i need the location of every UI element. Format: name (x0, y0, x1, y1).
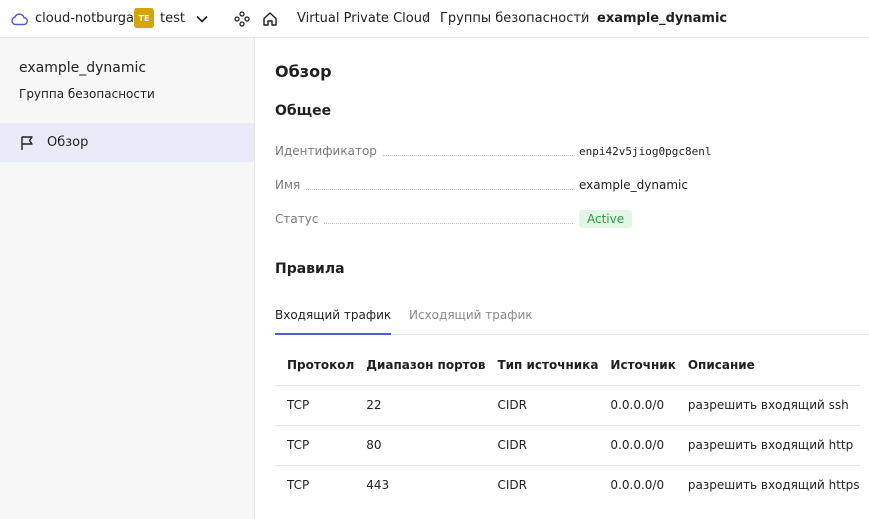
breadcrumb-vpc[interactable]: Virtual Private Cloud (297, 0, 430, 37)
sidebar: example_dynamic Группа безопасности Обзо… (0, 38, 255, 519)
breadcrumb-current: example_dynamic (597, 11, 728, 26)
rules-heading: Правила (275, 261, 345, 277)
cell-protocol: TCP (275, 425, 355, 466)
property-name-value: example_dynamic (579, 178, 688, 192)
property-row: Имя (275, 175, 579, 195)
property-row: Статус (275, 209, 579, 229)
table-row[interactable]: TCP 22 CIDR 0.0.0.0/0 разрешить входящий… (275, 385, 860, 426)
sidebar-item-label: Обзор (47, 135, 89, 150)
tab-egress[interactable]: Исходящий трафик (409, 308, 533, 335)
column-header-port-range: Диапазон портов (354, 345, 486, 386)
resource-title: example_dynamic (19, 60, 147, 76)
breadcrumb-separator: / (424, 11, 429, 26)
flag-icon (19, 135, 37, 151)
column-header-description: Описание (675, 345, 860, 386)
cell-source-type: CIDR (497, 478, 527, 493)
general-heading: Общее (275, 103, 332, 119)
breadcrumb-security-groups[interactable]: Группы безопасности (440, 0, 589, 37)
cell-protocol: TCP (275, 385, 355, 426)
status-badge: Active (579, 210, 633, 228)
cell-description: разрешить входящий http (675, 425, 860, 466)
dotted-leader (306, 188, 573, 190)
property-status-value: Active (579, 209, 633, 229)
home-icon[interactable] (260, 0, 280, 37)
cell-source: 0.0.0.0/0 (598, 425, 676, 466)
cell-description: разрешить входящий https (687, 478, 860, 493)
cell-source-type: CIDR (485, 425, 599, 466)
cell-port-range: 443 (366, 478, 390, 493)
tab-ingress[interactable]: Входящий трафик (275, 308, 392, 335)
cloud-icon[interactable] (10, 0, 30, 37)
cell-source-type: CIDR (485, 385, 599, 426)
cell-source: 0.0.0.0/0 (598, 385, 676, 426)
property-id-value: enpi42v5jiog0pgc8enl (579, 144, 712, 158)
folder-avatar: TE (134, 8, 154, 28)
top-navigation-bar: cloud-notburga TE test Virtual Private C… (0, 0, 869, 38)
services-icon[interactable] (232, 0, 252, 37)
cloud-selector[interactable]: cloud-notburga (35, 0, 134, 37)
property-key: Статус (275, 212, 319, 226)
table-row[interactable]: TCP 80 CIDR 0.0.0.0/0 разрешить входящий… (275, 425, 860, 466)
sidebar-item-overview[interactable]: Обзор (0, 123, 254, 162)
column-header-protocol: Протокол (275, 345, 355, 386)
column-header-source-type: Тип источника (485, 345, 599, 386)
cell-protocol: TCP (287, 478, 310, 493)
cell-description: разрешить входящий ssh (675, 385, 860, 426)
cell-port-range: 80 (354, 425, 486, 466)
property-row: Идентификатор (275, 141, 579, 161)
dotted-leader (324, 222, 573, 224)
property-key: Имя (275, 178, 301, 192)
cell-source: 0.0.0.0/0 (610, 478, 665, 493)
column-header-source: Источник (598, 345, 676, 386)
cell-port-range: 22 (354, 385, 486, 426)
rules-table: Протокол Диапазон портов Тип источника И… (275, 345, 860, 505)
property-key: Идентификатор (275, 144, 377, 158)
main-content: Обзор Общее Идентификатор enpi42v5jiog0p… (256, 38, 869, 519)
chevron-down-icon[interactable] (193, 0, 211, 37)
dotted-leader (382, 154, 573, 156)
table-header-row: Протокол Диапазон портов Тип источника И… (275, 345, 860, 386)
table-row[interactable]: TCP 443 CIDR 0.0.0.0/0 разрешить входящи… (275, 465, 860, 505)
resource-type: Группа безопасности (19, 87, 155, 101)
traffic-tabs: Входящий трафик Исходящий трафик (275, 300, 869, 335)
breadcrumb-separator: / (581, 11, 586, 26)
page-title: Обзор (275, 62, 332, 81)
folder-selector[interactable]: test (160, 0, 185, 37)
